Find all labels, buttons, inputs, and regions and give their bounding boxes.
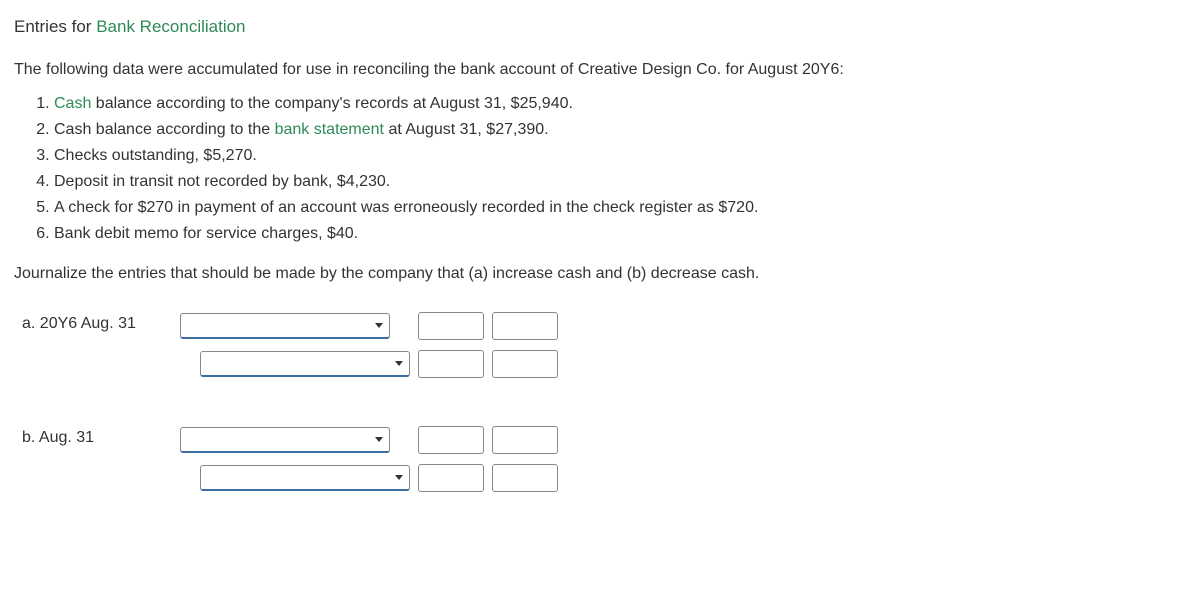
spacer-row [22, 388, 558, 416]
list-item-1: Cash balance according to the company's … [54, 92, 1186, 116]
entry-a2-debit-input[interactable] [418, 350, 484, 378]
entry-b2-account-select[interactable] [200, 465, 410, 491]
entry-b2-debit-input[interactable] [418, 464, 484, 492]
instruction-paragraph: Journalize the entries that should be ma… [14, 262, 1186, 286]
entry-b1-credit-input[interactable] [492, 426, 558, 454]
entry-a-row2 [22, 350, 558, 378]
entry-a1-credit-input[interactable] [492, 312, 558, 340]
title-link-bank-reconciliation[interactable]: Bank Reconciliation [96, 17, 245, 36]
list-item-4: Deposit in transit not recorded by bank,… [54, 170, 1186, 194]
list-item-2: Cash balance according to the bank state… [54, 118, 1186, 142]
entry-b1-debit-input[interactable] [418, 426, 484, 454]
cash-link[interactable]: Cash [54, 95, 91, 112]
list-item-3: Checks outstanding, $5,270. [54, 144, 1186, 168]
entry-b-row1: b. Aug. 31 [22, 426, 558, 454]
title-prefix: Entries for [14, 17, 96, 36]
entry-a2-account-select[interactable] [200, 351, 410, 377]
entry-a-label: a. 20Y6 Aug. 31 [22, 312, 172, 340]
data-list: Cash balance according to the company's … [54, 92, 1186, 246]
list-item-2-pre: Cash balance according to the [54, 121, 275, 138]
entry-a1-account-select[interactable] [180, 313, 390, 339]
entry-a-row1: a. 20Y6 Aug. 31 [22, 312, 558, 340]
intro-paragraph: The following data were accumulated for … [14, 58, 1186, 82]
list-item-2-post: at August 31, $27,390. [384, 121, 549, 138]
list-item-6: Bank debit memo for service charges, $40… [54, 222, 1186, 246]
bank-statement-link[interactable]: bank statement [275, 121, 384, 138]
entry-b-label: b. Aug. 31 [22, 426, 172, 454]
entry-b1-account-select[interactable] [180, 427, 390, 453]
entry-a2-credit-input[interactable] [492, 350, 558, 378]
page-title: Entries for Bank Reconciliation [14, 14, 1186, 40]
entry-b2-credit-input[interactable] [492, 464, 558, 492]
entry-a1-debit-input[interactable] [418, 312, 484, 340]
list-item-5: A check for $270 in payment of an accoun… [54, 196, 1186, 220]
journal-entries-table: a. 20Y6 Aug. 31 b. Aug. 31 [14, 302, 566, 502]
entry-b-row2 [22, 464, 558, 492]
list-item-1-rest: balance according to the company's recor… [91, 95, 573, 112]
